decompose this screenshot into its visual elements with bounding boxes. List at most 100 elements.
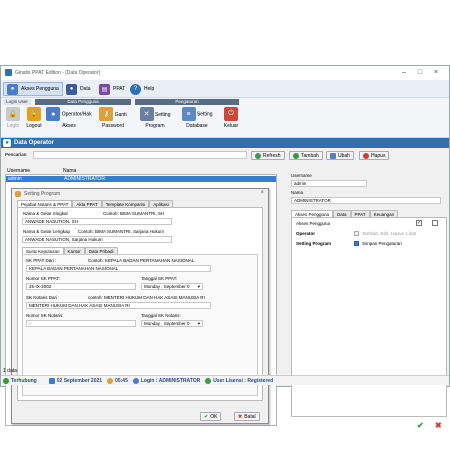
group-data-pengguna: Data Pengguna — [35, 99, 131, 105]
sk-ppat-dari-hint: Contoh: KEPALA BADAN PERTANAHAN NASIONAL — [88, 258, 195, 263]
edit-icon — [330, 152, 336, 159]
maximize-icon[interactable]: □ — [415, 69, 425, 77]
menu-ppat-label: PPAT — [113, 86, 126, 92]
chevron-down-icon: ▾ — [197, 320, 200, 326]
search-input[interactable] — [33, 151, 247, 159]
username-field[interactable]: admin — [291, 180, 367, 187]
nama-gelar-singkat-field[interactable]: ANWADE NASUTION, SH — [22, 218, 172, 225]
nama-gelar-lengkap-field[interactable]: ANWADE NASUTION, Sarjana Hukum — [22, 236, 172, 243]
menu-help[interactable]: ? Help — [127, 82, 157, 96]
window-title: Ginatis PPAT Edition - [Data Operator] — [15, 70, 100, 76]
group-pengaturan: Pengaturan — [135, 99, 239, 105]
batal-button[interactable]: ✖ Batal — [234, 412, 260, 421]
menu-data[interactable]: ● Data — [63, 82, 94, 96]
tanggal-sk-ppat-value: Monday , September 0 — [144, 283, 190, 289]
dialog-tab-panel: Nama & Gelar Singkat Contoh: BIMA SUMANT… — [17, 207, 263, 401]
login-button[interactable]: 🔒 Login — [3, 107, 23, 137]
row-username: admin — [8, 176, 22, 182]
nama-gelar-lengkap-hint: Contoh: BIMA SUMANTRI, Sarjana Hukum — [78, 229, 165, 234]
cancel-x-icon[interactable]: ✖ — [435, 421, 442, 430]
nama-gelar-singkat-hint: Contoh: BIMA SUMANTRI, SH — [103, 211, 165, 216]
operator-hak-akses-button[interactable]: ● Operator/Hak Akses — [46, 107, 92, 137]
lock-icon: 🔒 — [6, 107, 20, 121]
tanggal-sk-notaris-picker[interactable]: Monday , September 0 ▾ — [141, 320, 203, 327]
ubah-button[interactable]: Ubah — [326, 151, 354, 160]
minimize-icon[interactable]: – — [399, 69, 409, 77]
nomor-sk-notaris-label: Nomor SK Notaris: — [26, 313, 64, 318]
database-icon: ≡ — [181, 107, 196, 121]
record-count: 1 data — [3, 368, 17, 374]
menu-help-label: Help — [144, 86, 155, 92]
search-label: Pencarian — [5, 152, 27, 157]
ribbon-toolbar: Login User Data Pengguna Pengaturan 🔒 Lo… — [1, 98, 449, 138]
setting-program-label: Setting Program — [296, 241, 332, 246]
status-time: 05:45 — [115, 377, 128, 384]
tools-icon: ✕ — [139, 107, 154, 121]
nomor-sk-notaris-field[interactable]: - — [26, 320, 136, 327]
settings-icon — [15, 190, 21, 197]
akses-pengguna-label: Akses Pengguna — [296, 221, 331, 226]
chevron-down-icon: ▾ — [197, 283, 200, 289]
hapus-button[interactable]: Hapus — [359, 151, 390, 160]
users-icon: ● — [7, 83, 18, 95]
document-icon: ▤ — [99, 83, 110, 95]
person-icon: ● — [66, 83, 77, 95]
setting-option: Simpan Pengaturan — [362, 241, 402, 246]
sk-notaris-dari-field[interactable]: MENTERI HUKUM DAN HAK ASASI MANUSIA RI — [26, 302, 211, 309]
refresh-button[interactable]: Refresh — [251, 151, 285, 160]
refresh-label: Refresh — [263, 152, 281, 159]
page-title: Data Operator — [14, 140, 55, 146]
tambah-button[interactable]: Tambah — [289, 151, 323, 160]
help-icon: ? — [130, 83, 141, 95]
title-bar: Ginatis PPAT Edition - [Data Operator] –… — [1, 66, 449, 80]
unlock-icon: 🔓 — [27, 107, 41, 121]
keluar-button[interactable]: ⏻ Keluar — [219, 107, 243, 137]
nama-label: Nama — [291, 190, 304, 195]
menu-data-label: Data — [80, 86, 91, 92]
check-icon: ✔ — [204, 413, 209, 420]
sk-notaris-dari-hint: contoh: MENTERI HUKUM DAN HAK ASASI MANU… — [88, 295, 205, 300]
close-icon[interactable]: × — [431, 69, 441, 77]
ribbon-menu: ● Akses Pengguna ● Data ▤ PPAT ? Help — [1, 80, 449, 98]
akses-checkbox-empty[interactable] — [432, 220, 438, 226]
dialog-close-icon[interactable]: × — [260, 190, 264, 196]
ok-button[interactable]: ✔ OK — [200, 412, 222, 421]
setting-program-button[interactable]: ✕ Setting Program — [135, 107, 175, 137]
nomor-sk-ppat-label: Nomor SK PPAT: — [26, 276, 60, 281]
menu-akses-pengguna[interactable]: ● Akses Pengguna — [3, 82, 63, 96]
sk-ppat-dari-label: SK PPAT Dari : — [26, 258, 57, 263]
operator-label: Operator/Hak Akses — [61, 111, 92, 130]
app-logo-icon — [5, 69, 12, 76]
status-bar: Terhubung 02 September 2021 05:45 Login … — [1, 375, 449, 385]
dialog-title: Setting Program — [24, 190, 61, 197]
exit-icon: ⏻ — [224, 107, 238, 121]
users-icon: ● — [46, 107, 61, 121]
ganti-password-button[interactable]: ⚷ Ganti Password — [94, 107, 132, 137]
nama-field[interactable]: ADMINISTRATOR — [291, 197, 441, 204]
dialog-title-bar: Setting Program × — [12, 189, 268, 198]
table-row[interactable]: admin ADMINISTRATOR — [6, 176, 276, 182]
detail-panel: Username admin Nama ADMINISTRATOR Akses … — [287, 163, 449, 433]
setting-database-button[interactable]: ≡ Setting Database — [176, 107, 218, 137]
save-check-icon[interactable]: ✔ — [417, 421, 424, 430]
row-nama: ADMINISTRATOR — [64, 176, 105, 182]
key-icon: ⚷ — [99, 107, 114, 121]
group-login-user: Login User — [3, 99, 31, 105]
tambah-label: Tambah — [301, 152, 319, 159]
connection-icon — [3, 377, 9, 384]
user-icon — [132, 377, 139, 384]
setting-checkbox[interactable] — [354, 241, 359, 246]
status-login: Login : ADMINISTRATOR — [140, 377, 201, 384]
logout-button[interactable]: 🔓 Logout — [23, 107, 45, 137]
calendar-icon — [48, 377, 55, 384]
akses-panel: Akses Pengguna ✓ Operator Tambah, Edit, … — [291, 217, 447, 417]
sk-ppat-dari-field[interactable]: KEPALA BADAN PERTANAHAN NASIONAL — [26, 265, 211, 272]
akses-checkbox-checked[interactable]: ✓ — [416, 220, 422, 226]
app-window: Ginatis PPAT Edition - [Data Operator] –… — [0, 65, 450, 430]
menu-ppat[interactable]: ▤ PPAT — [96, 82, 128, 96]
tanggal-sk-ppat-picker[interactable]: Monday , September 0 ▾ — [141, 283, 203, 290]
operator-checkbox[interactable] — [354, 231, 359, 236]
nomor-sk-ppat-field[interactable]: 25-IX-2002 — [26, 283, 136, 290]
nama-gelar-singkat-label: Nama & Gelar Singkat — [23, 211, 68, 216]
keluar-label: Keluar — [223, 123, 239, 129]
